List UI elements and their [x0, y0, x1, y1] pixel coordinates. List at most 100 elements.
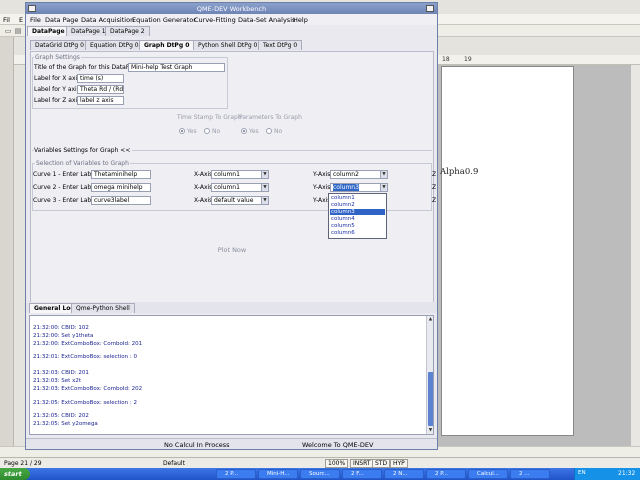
menu-data-page[interactable]: Data Page: [45, 16, 78, 24]
document-text: Alpha0.9: [440, 167, 479, 177]
page-indicator: Page 21 / 29: [4, 460, 42, 467]
curve-1-input[interactable]: Thetaminihelp: [91, 170, 151, 179]
chevron-down-icon[interactable]: ▼: [261, 184, 268, 191]
tab-text[interactable]: Text DtPg 0: [258, 40, 303, 50]
curve-2-label: Curve 2 - Enter Label: [33, 184, 97, 191]
window-control-icon[interactable]: [426, 5, 434, 12]
curve-3-z-mark: Z: [432, 197, 437, 204]
dropdown-option[interactable]: column6: [330, 230, 385, 236]
curve-2-x-combo[interactable]: column1 ▼: [211, 183, 269, 192]
y-axis-input[interactable]: Theta Rd / (Rd/s): [77, 85, 124, 94]
log-line: 21:32:05: CBID: 202: [33, 413, 89, 419]
page-style: Default: [163, 460, 185, 467]
params-yes-label: Yes: [249, 128, 259, 135]
curve-1-y-combo[interactable]: column2 ▼: [330, 170, 388, 179]
background-statusbar: Page 21 / 29 Default 100% INSRT STD HYP: [0, 457, 640, 468]
plot-now-button[interactable]: Plot Now: [30, 243, 434, 257]
document-page[interactable]: [441, 66, 574, 436]
taskbar-button[interactable]: 2 F...: [342, 469, 382, 479]
general-log[interactable]: 21:32:00: CBID: 102 21:32:00: Set y1thet…: [29, 315, 434, 435]
clock: 21:32: [618, 470, 636, 477]
menu-data-set-analysis[interactable]: Data-Set Analysis: [238, 16, 295, 24]
scroll-up-icon[interactable]: ▲: [427, 316, 433, 323]
document-scrollbar[interactable]: [630, 65, 640, 446]
bg-menu-file[interactable]: Fil: [3, 16, 10, 24]
taskbar-button[interactable]: 2 P...: [216, 469, 256, 479]
combo-value: column2: [333, 171, 359, 178]
tab-equation[interactable]: Equation DtPg 0: [85, 40, 144, 50]
window-statusbar: No Calcul In Process Welcome To QME-DEV: [26, 438, 437, 449]
dropdown-option[interactable]: column4: [330, 216, 385, 222]
z-axis-input[interactable]: label z axis: [77, 96, 124, 105]
graph-page: Graph Settings Title of the Graph for th…: [30, 51, 437, 303]
selection-mode[interactable]: STD: [372, 459, 391, 468]
combo-value: column1: [214, 171, 240, 178]
timestamp-no-radio[interactable]: [204, 128, 210, 134]
combo-value: column1: [214, 184, 240, 191]
curve-3-x-combo[interactable]: default value ▼: [211, 196, 269, 205]
open-doc-icon[interactable]: ▤: [14, 27, 22, 35]
scroll-down-icon[interactable]: ▼: [427, 427, 433, 434]
menu-file[interactable]: File: [30, 16, 41, 24]
chevron-down-icon[interactable]: ▼: [380, 171, 387, 178]
titlebar[interactable]: QME-DEV Workbench: [26, 3, 437, 14]
ruler-number: 18: [442, 56, 450, 63]
dropdown-option-selected[interactable]: column3: [330, 209, 385, 215]
variables-group-title: Selection of Variables to Graph: [35, 160, 130, 167]
start-button[interactable]: start: [0, 468, 30, 480]
zoom-level[interactable]: 100%: [325, 459, 349, 468]
taskbar-button[interactable]: 2 N...: [384, 469, 424, 479]
taskbar-button[interactable]: 2 P...: [426, 469, 466, 479]
new-doc-icon[interactable]: ▭: [4, 27, 12, 35]
graph-title-input[interactable]: Mini-help Test Graph: [128, 63, 225, 72]
tab-datagrid[interactable]: DataGrid DtPg 0: [30, 40, 89, 50]
tab-datapage-1[interactable]: DataPage 1: [66, 26, 111, 36]
calc-status: No Calcul In Process: [164, 441, 230, 449]
params-yes-radio[interactable]: [241, 128, 247, 134]
curve-2-input[interactable]: omega minihelp: [91, 183, 151, 192]
log-line: 21:32:03: ExtComboBox: ComboId: 202: [33, 386, 143, 392]
y-axis-label: Label for Y axis: [34, 86, 80, 93]
insert-mode[interactable]: INSRT: [350, 459, 374, 468]
curve-1-y-axis-label: Y-Axis: [313, 171, 331, 178]
timestamp-yes-label: Yes: [187, 128, 197, 135]
bg-menu-edit[interactable]: E: [19, 16, 23, 24]
chevron-down-icon[interactable]: ▼: [380, 184, 387, 191]
taskbar-button[interactable]: Sourc...: [300, 469, 340, 479]
language-indicator[interactable]: EN: [578, 470, 586, 476]
chevron-down-icon[interactable]: ▼: [261, 197, 268, 204]
hyperlink-mode[interactable]: HYP: [390, 459, 408, 468]
dropdown-option[interactable]: column2: [330, 202, 385, 208]
curve-3-input[interactable]: curve3label: [91, 196, 151, 205]
timestamp-yes-radio[interactable]: [179, 128, 185, 134]
menu-data-acquisition[interactable]: Data Acquisition: [81, 16, 134, 24]
dropdown-option[interactable]: column5: [330, 223, 385, 229]
menu-help[interactable]: Help: [293, 16, 308, 24]
menu-curve-fitting[interactable]: Curve-Fitting: [194, 16, 236, 24]
chevron-down-icon[interactable]: ▼: [261, 171, 268, 178]
taskbar-button[interactable]: 2 ...: [510, 469, 550, 479]
datapage-inner-tabs: DataGrid DtPg 0 Equation DtPg 0 Graph Dt…: [26, 40, 437, 50]
graph-title-label: Title of the Graph for this DataPage:: [34, 64, 143, 71]
dropdown-option[interactable]: column1: [330, 195, 385, 201]
tab-python-log[interactable]: Qme-Python Shell: [71, 303, 135, 313]
curve-2-y-combo[interactable]: column3 ▼: [330, 183, 388, 192]
x-axis-input[interactable]: time (s): [77, 74, 124, 83]
curve-1-x-axis-label: X-Axis: [194, 171, 213, 178]
taskbar: start 2 P... Mini-H... Sourc... 2 F... 2…: [0, 468, 640, 480]
menubar: File Data Page Data Acquisition Equation…: [26, 14, 437, 25]
tab-datapage-2[interactable]: DataPage 2: [105, 26, 150, 36]
tab-graph[interactable]: Graph DtPg 0: [139, 40, 195, 50]
log-line: 21:32:05: ExtComboBox: selection : 2: [33, 400, 138, 406]
taskbar-button[interactable]: Mini-H...: [258, 469, 298, 479]
scroll-thumb[interactable]: [428, 372, 433, 426]
tab-python-shell[interactable]: Python Shell DtPg 0: [193, 40, 263, 50]
taskbar-button[interactable]: Calcul...: [468, 469, 508, 479]
curve-1-x-combo[interactable]: column1 ▼: [211, 170, 269, 179]
log-tabs: General Log Qme-Python Shell: [26, 302, 437, 313]
params-no-radio[interactable]: [266, 128, 272, 134]
variables-settings-toggle[interactable]: Variables Settings for Graph <<: [34, 147, 133, 154]
menu-equation-generator[interactable]: Equation Generator: [132, 16, 196, 24]
graph-settings-title: Graph Settings: [34, 54, 81, 61]
log-scrollbar[interactable]: ▲ ▼: [426, 316, 433, 434]
